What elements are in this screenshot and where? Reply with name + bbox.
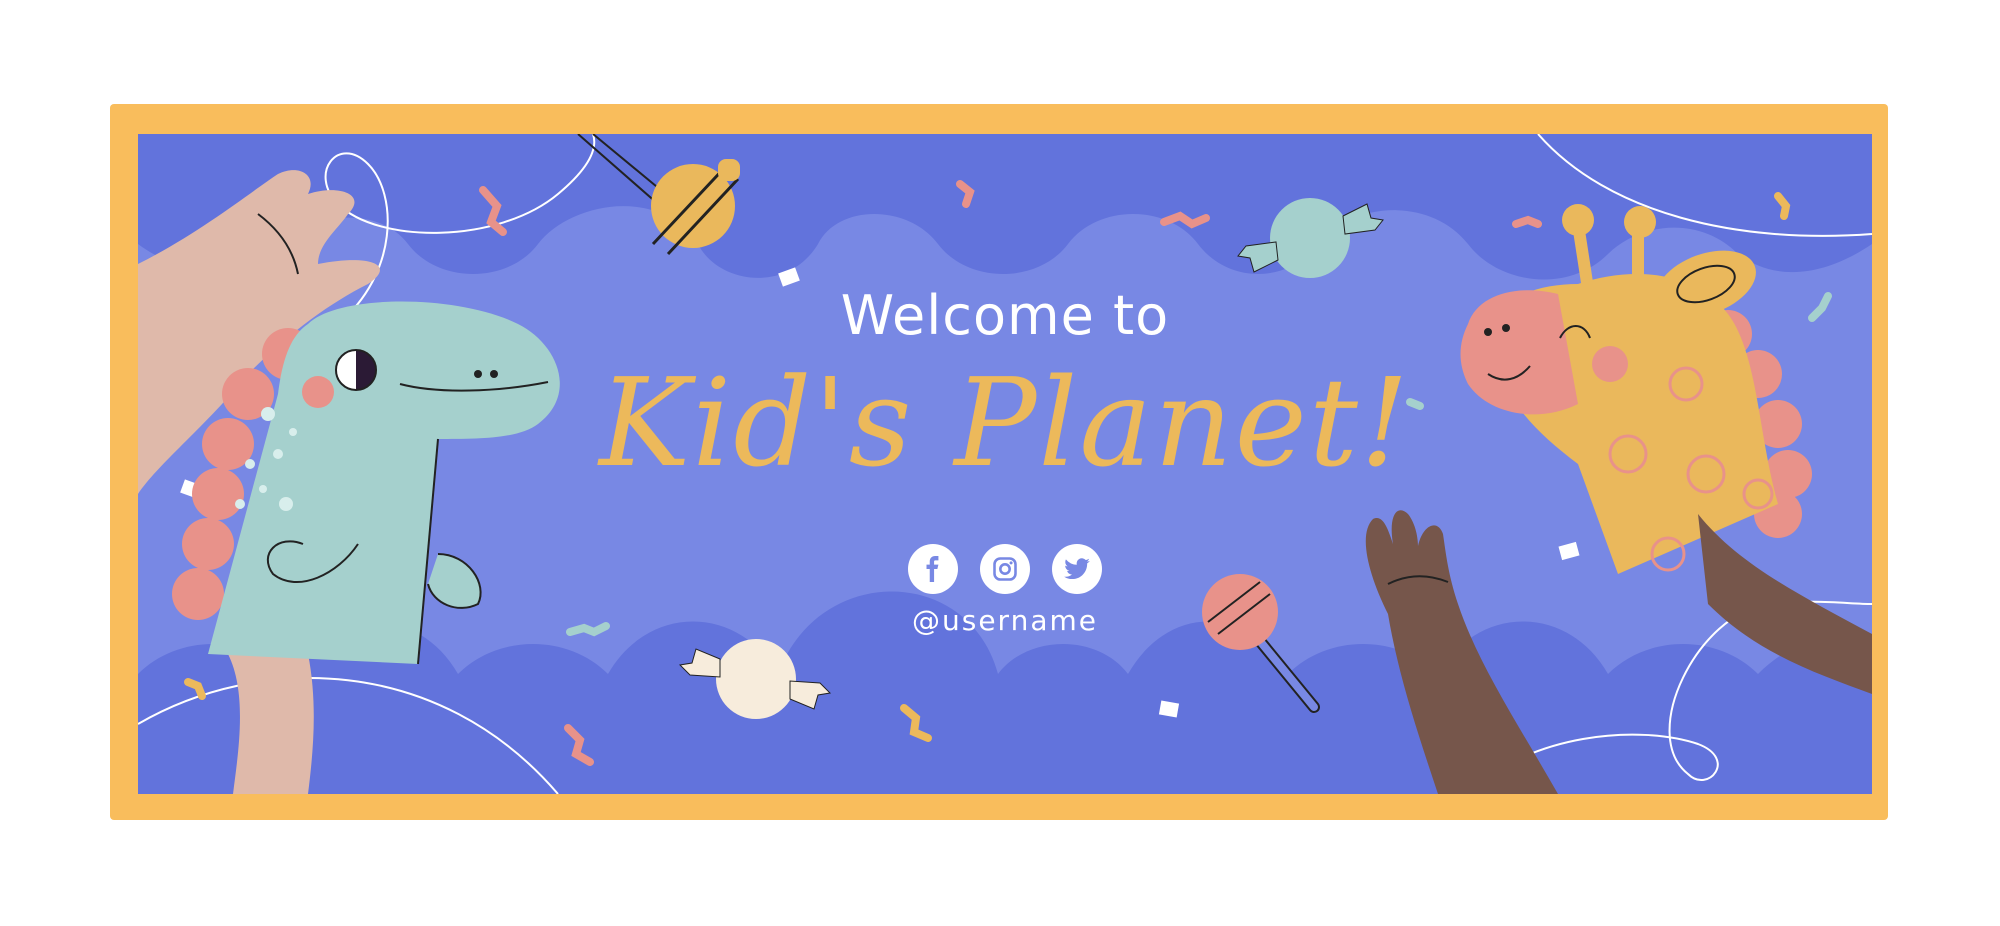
cloud-band-top: [138, 134, 1872, 280]
kids-planet-banner: Welcome to Kid's Planet! @username: [138, 134, 1872, 794]
social-links: [138, 544, 1872, 594]
instagram-icon: [993, 557, 1017, 581]
instagram-button[interactable]: [980, 544, 1030, 594]
twitter-icon: [1064, 558, 1090, 580]
left-arm: [228, 654, 314, 794]
twitter-button[interactable]: [1052, 544, 1102, 594]
username-handle[interactable]: @username: [138, 604, 1872, 637]
page-title: Kid's Planet!: [599, 352, 1411, 494]
facebook-button[interactable]: [908, 544, 958, 594]
facebook-icon: [926, 556, 939, 582]
welcome-text: Welcome to: [840, 284, 1170, 347]
